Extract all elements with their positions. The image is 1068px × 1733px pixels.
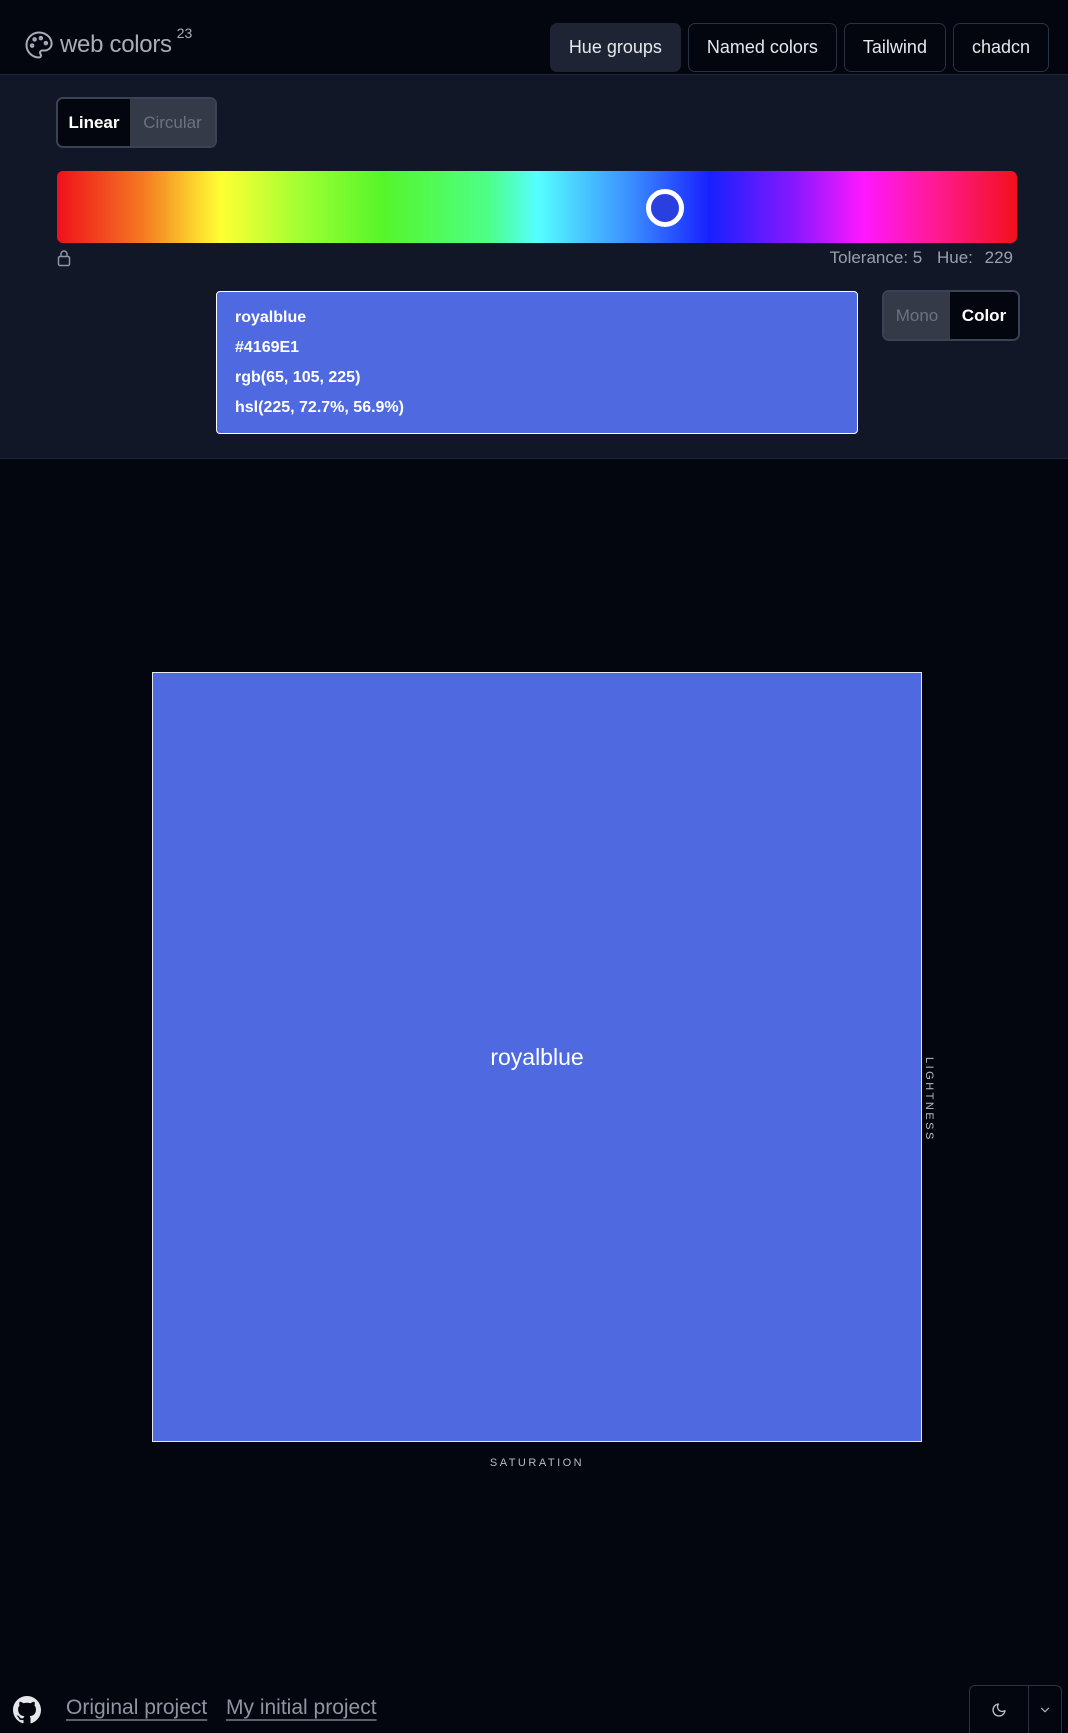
tolerance-label: Tolerance: 5 xyxy=(829,248,923,267)
lightness-axis-label: LIGHTNESS xyxy=(923,1057,935,1142)
color-option[interactable]: Color xyxy=(950,292,1018,339)
hue-readout: Tolerance: 5 Hue: 229 xyxy=(827,248,1013,268)
circular-option[interactable]: Circular xyxy=(130,99,215,146)
original-project-link[interactable]: Original project xyxy=(66,1696,207,1720)
main-nav: Hue groups Named colors Tailwind chadcn xyxy=(549,23,1049,72)
controls-panel: Linear Circular Tolerance: 5 Hue: 229 ro… xyxy=(0,75,1068,459)
hue-slider-handle[interactable] xyxy=(646,189,684,227)
lock-icon[interactable] xyxy=(57,249,71,267)
theme-dropdown-button[interactable] xyxy=(1029,1686,1061,1733)
logo-count: 23 xyxy=(176,25,193,41)
nav-hue-groups-button[interactable]: Hue groups xyxy=(549,23,681,72)
layout-toggle: Linear Circular xyxy=(56,97,217,148)
color-hex: #4169E1 xyxy=(235,339,300,356)
selected-color-card[interactable]: royalblue #4169E1 rgb(65, 105, 225) hsl(… xyxy=(216,291,858,434)
color-swatch-square[interactable]: royalblue xyxy=(152,672,922,1442)
logo-text: web colors xyxy=(60,31,172,58)
top-header: web colors 23 Hue groups Named colors Ta… xyxy=(0,0,1068,75)
moon-icon xyxy=(992,1702,1006,1717)
hue-label: Hue: xyxy=(936,248,973,267)
nav-chadcn-button[interactable]: chadcn xyxy=(952,23,1049,72)
color-rgb: rgb(65, 105, 225) xyxy=(235,369,361,386)
theme-toggle-button[interactable] xyxy=(970,1686,1030,1733)
hue-slider-track[interactable] xyxy=(57,171,1017,243)
linear-option[interactable]: Linear xyxy=(58,99,130,146)
saturation-axis-label: SATURATION xyxy=(489,1457,585,1469)
nav-tailwind-button[interactable]: Tailwind xyxy=(843,23,946,72)
mode-toggle: Mono Color xyxy=(882,290,1020,341)
palette-icon xyxy=(25,31,53,59)
color-name: royalblue xyxy=(235,309,307,326)
chevron-down-icon xyxy=(1041,1707,1050,1712)
footer: Original project My initial project xyxy=(0,1685,1068,1733)
swatch-label: royalblue xyxy=(490,1043,584,1070)
initial-project-link[interactable]: My initial project xyxy=(226,1696,377,1720)
mono-option[interactable]: Mono xyxy=(884,292,950,339)
hue-value: 229 xyxy=(984,248,1013,267)
logo[interactable]: web colors 23 xyxy=(24,25,192,60)
github-icon[interactable] xyxy=(13,1696,41,1724)
color-hsl: hsl(225, 72.7%, 56.9%) xyxy=(235,399,404,416)
theme-switcher xyxy=(969,1685,1062,1733)
nav-named-colors-button[interactable]: Named colors xyxy=(687,23,837,72)
